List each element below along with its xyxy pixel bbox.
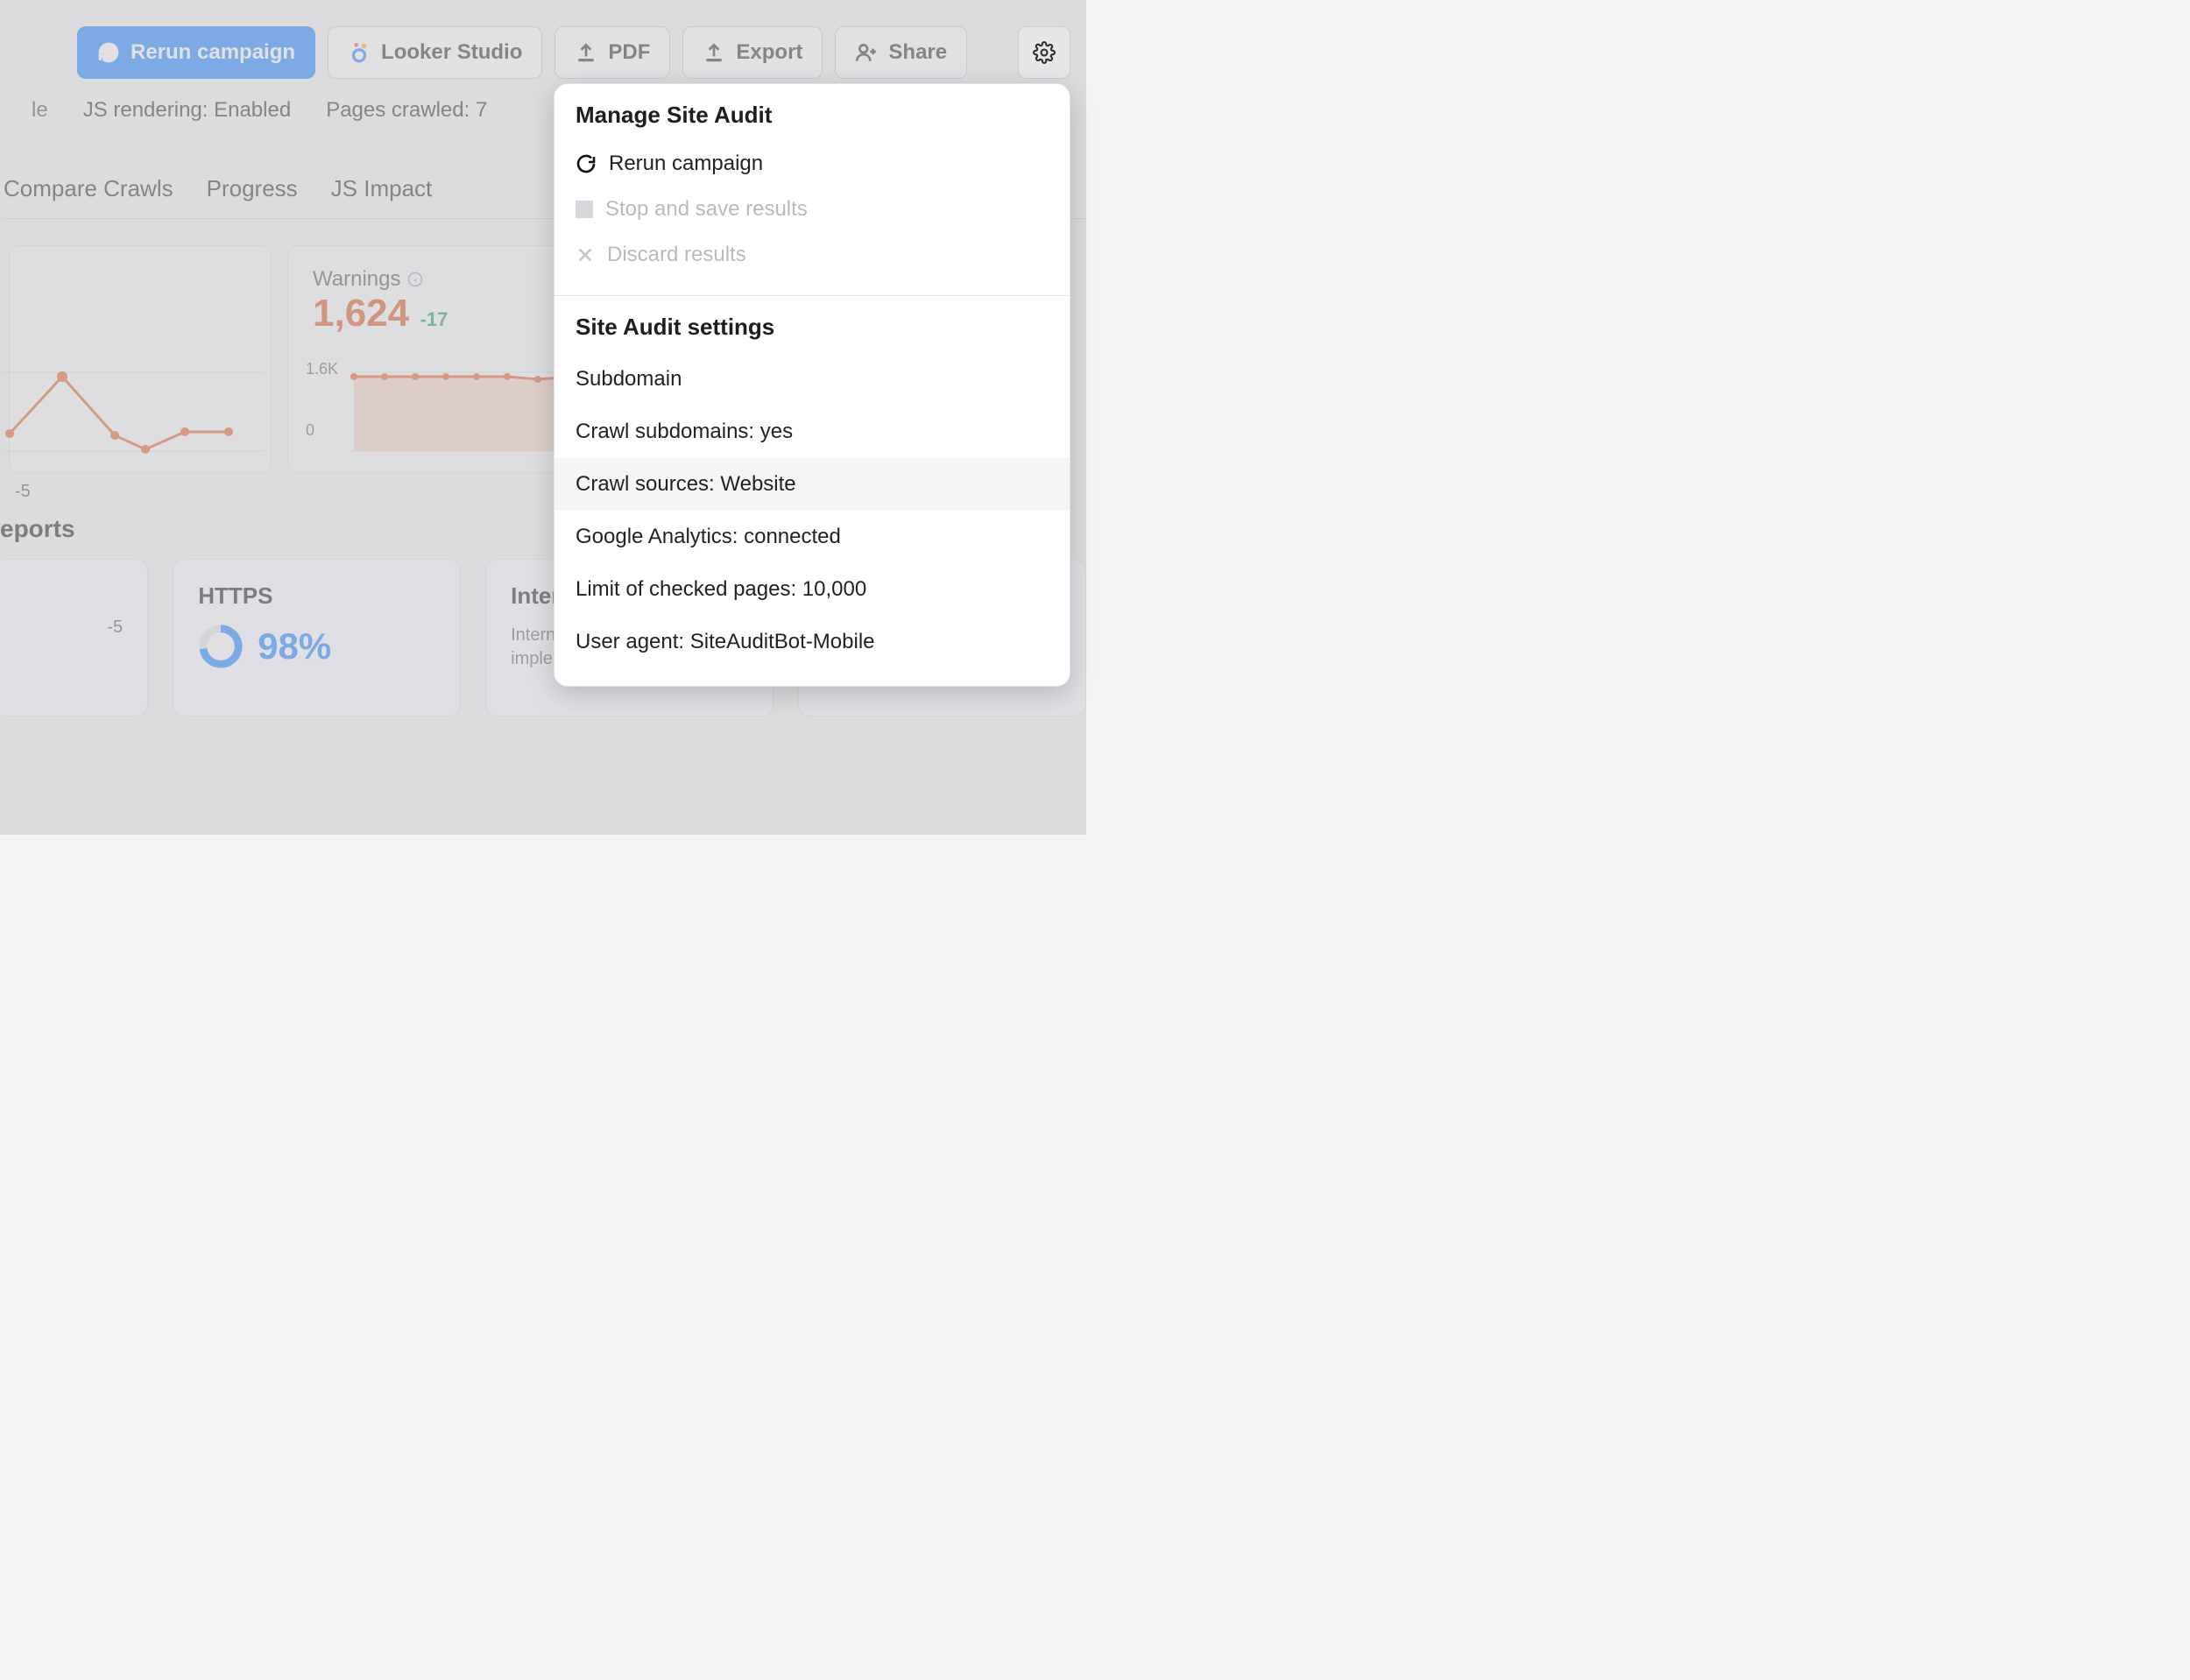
tab-js-impact[interactable]: JS Impact [331,175,433,202]
warnings-delta: -17 [420,308,449,330]
setting-google-analytics[interactable]: Google Analytics: connected [576,511,1049,563]
https-title: HTTPS [198,582,435,610]
rerun-campaign-label: Rerun campaign [131,40,295,65]
popup-discard: Discard results [576,232,1049,278]
warnings-card[interactable]: Warnings 1,624 -17 1.6K 0 [287,245,585,473]
js-rendering-status: JS rendering: Enabled [83,98,292,123]
popup-rerun-campaign[interactable]: Rerun campaign [576,141,1049,187]
tab-progress[interactable]: Progress [207,175,298,202]
warnings-title: Warnings [313,267,400,292]
report-card-https[interactable]: HTTPS 98% [173,559,461,716]
popup-rerun-label: Rerun campaign [609,152,763,176]
upload-icon [703,41,725,64]
errors-card[interactable]: -5 [9,245,272,473]
warnings-sparkline [350,355,577,460]
looker-studio-button[interactable]: Looker Studio [328,26,542,79]
warnings-value: 1,624 [313,292,409,335]
close-icon [576,245,595,265]
rerun-campaign-button[interactable]: Rerun campaign [77,26,315,79]
settings-popup: Manage Site Audit Rerun campaign Stop an… [554,83,1070,687]
setting-subdomain[interactable]: Subdomain [576,353,1049,406]
export-button[interactable]: Export [682,26,823,79]
add-user-icon [855,41,878,64]
info-icon [407,272,423,287]
tab-compare-crawls[interactable]: Compare Crawls [4,175,173,202]
popup-stop-label: Stop and save results [605,197,808,222]
report-delta-trunc: -5 [107,618,123,638]
export-label: Export [736,40,802,65]
setting-user-agent[interactable]: User agent: SiteAuditBot-Mobile [576,616,1049,668]
pdf-button[interactable]: PDF [555,26,670,79]
setting-crawl-subdomains[interactable]: Crawl subdomains: yes [576,406,1049,458]
errors-delta-trunc: -5 [15,482,31,502]
https-donut [198,624,244,669]
setting-page-limit[interactable]: Limit of checked pages: 10,000 [576,563,1049,616]
share-label: Share [888,40,947,65]
pdf-label: PDF [608,40,650,65]
warnings-axis-top: 1.6K [306,360,338,378]
looker-icon [348,41,371,64]
share-button[interactable]: Share [835,26,967,79]
gear-icon [1033,41,1056,64]
stop-icon [576,201,593,218]
settings-gear-button[interactable] [1018,26,1070,79]
refresh-icon [97,41,120,64]
manage-site-audit-heading: Manage Site Audit [576,102,1049,129]
errors-sparkline [1,355,264,460]
warnings-axis-bottom: 0 [306,421,314,440]
https-pct: 98% [258,625,331,667]
setting-crawl-sources[interactable]: Crawl sources: Website [555,458,1070,511]
report-card-truncated[interactable]: -5 [0,559,148,716]
pages-crawled-status: Pages crawled: 7 [326,98,487,123]
site-audit-settings-heading: Site Audit settings [576,314,1049,341]
toolbar: Rerun campaign Looker Studio PDF Export … [26,0,1086,95]
popup-stop-save: Stop and save results [576,187,1049,232]
looker-studio-label: Looker Studio [381,40,522,65]
upload-icon [575,41,597,64]
truncated-prefix: le [32,98,48,123]
popup-discard-label: Discard results [607,243,746,267]
refresh-icon [576,153,597,174]
